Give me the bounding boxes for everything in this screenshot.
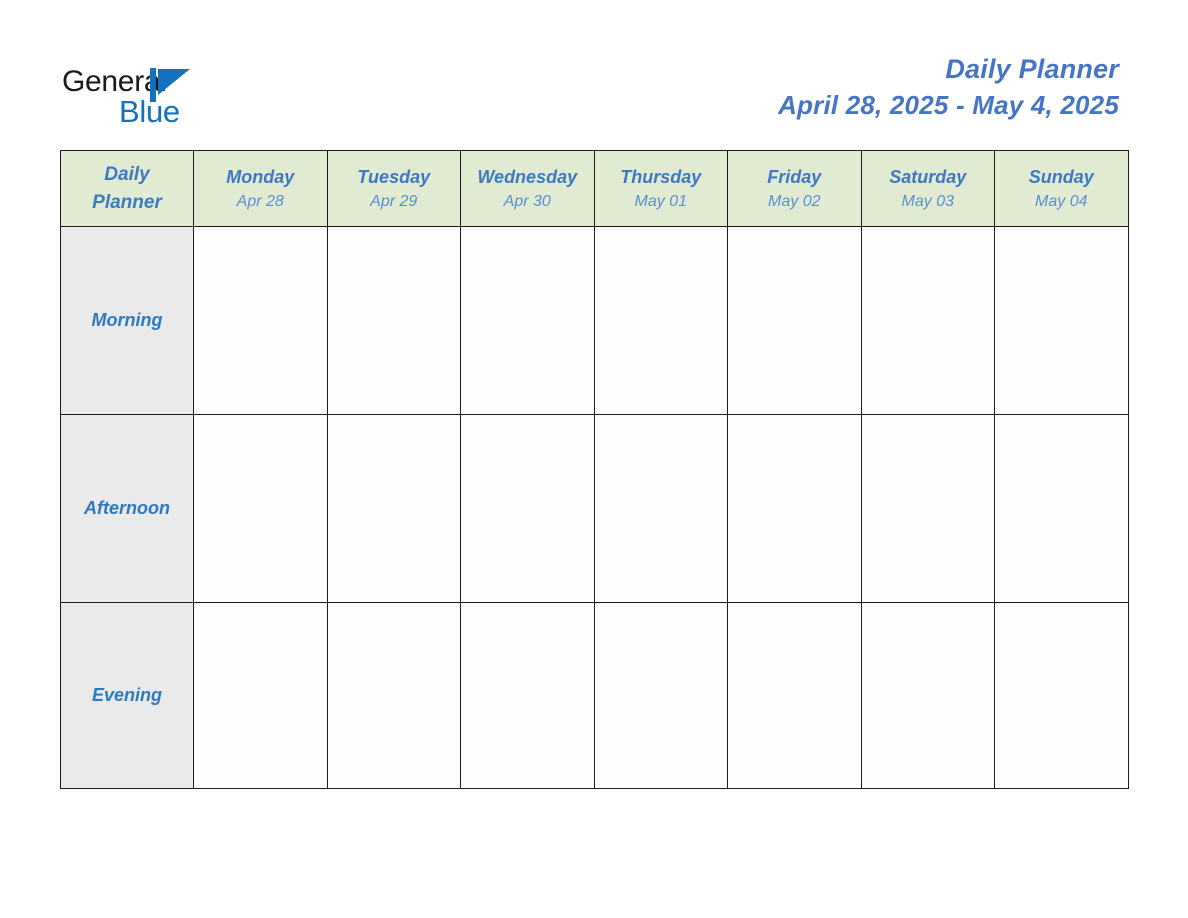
cell-morning-tuesday[interactable]: [326, 226, 461, 415]
day-name-label: Saturday: [889, 166, 967, 187]
cell-afternoon-saturday[interactable]: [860, 414, 995, 603]
logo-wordmark-bottom: Blue: [119, 95, 180, 129]
day-date-label: Apr 29: [370, 192, 418, 210]
cell-evening-tuesday[interactable]: [326, 602, 461, 789]
day-name-label: Sunday: [1028, 166, 1094, 187]
cell-evening-saturday[interactable]: [860, 602, 995, 789]
day-header-thursday: Thursday May 01: [593, 150, 728, 227]
general-blue-logo: General Blue: [62, 66, 262, 134]
table-header-row: Daily Planner Monday Apr 28 Tuesday Apr …: [60, 150, 1129, 227]
day-name-label: Wednesday: [477, 166, 578, 187]
cell-afternoon-wednesday[interactable]: [460, 414, 595, 603]
day-header-saturday: Saturday May 03: [860, 150, 995, 227]
corner-label-line1: Daily: [104, 163, 150, 185]
day-date-label: May 01: [634, 192, 687, 210]
cell-morning-wednesday[interactable]: [460, 226, 595, 415]
title-block: Daily Planner April 28, 2025 - May 4, 20…: [778, 52, 1119, 122]
day-header-friday: Friday May 02: [727, 150, 862, 227]
date-range-label: April 28, 2025 - May 4, 2025: [778, 90, 1119, 120]
cell-evening-wednesday[interactable]: [460, 602, 595, 789]
cell-evening-monday[interactable]: [193, 602, 328, 789]
slot-label-text: Morning: [91, 310, 163, 330]
page-title: Daily Planner: [945, 54, 1119, 84]
corner-label-line2: Planner: [92, 191, 162, 213]
day-date-label: Apr 30: [503, 192, 551, 210]
day-name-label: Tuesday: [357, 166, 431, 187]
cell-afternoon-sunday[interactable]: [994, 414, 1129, 603]
slot-label-afternoon: Afternoon: [60, 414, 194, 603]
table-row: Morning: [60, 226, 1129, 415]
cell-morning-sunday[interactable]: [994, 226, 1129, 415]
slot-label-morning: Morning: [60, 226, 194, 415]
page-header: General Blue Daily Planner April 28, 202…: [0, 0, 1188, 150]
day-date-label: May 03: [901, 192, 954, 210]
cell-afternoon-thursday[interactable]: [593, 414, 728, 603]
table-row: Afternoon: [60, 414, 1129, 603]
day-header-monday: Monday Apr 28: [193, 150, 328, 227]
logo-text-blue: Blue: [119, 94, 180, 129]
cell-evening-sunday[interactable]: [994, 602, 1129, 789]
slot-label-text: Evening: [91, 685, 162, 705]
cell-morning-friday[interactable]: [727, 226, 862, 415]
daily-planner-table: Daily Planner Monday Apr 28 Tuesday Apr …: [60, 150, 1129, 789]
cell-afternoon-tuesday[interactable]: [326, 414, 461, 603]
cell-morning-saturday[interactable]: [860, 226, 995, 415]
day-date-label: May 02: [768, 192, 821, 210]
day-date-label: May 04: [1035, 192, 1088, 210]
day-header-tuesday: Tuesday Apr 29: [326, 150, 461, 227]
cell-morning-monday[interactable]: [193, 226, 328, 415]
day-name-label: Thursday: [620, 166, 702, 187]
header-corner-cell: Daily Planner: [60, 150, 194, 227]
cell-evening-friday[interactable]: [727, 602, 862, 789]
cell-evening-thursday[interactable]: [593, 602, 728, 789]
day-name-label: Friday: [767, 166, 822, 187]
table-row: Evening: [60, 602, 1129, 789]
slot-label-text: Afternoon: [84, 498, 170, 518]
slot-label-evening: Evening: [60, 602, 194, 789]
day-header-wednesday: Wednesday Apr 30: [460, 150, 595, 227]
day-date-label: Apr 28: [236, 192, 284, 210]
day-header-sunday: Sunday May 04: [994, 150, 1129, 227]
cell-afternoon-monday[interactable]: [193, 414, 328, 603]
cell-afternoon-friday[interactable]: [727, 414, 862, 603]
day-name-label: Monday: [226, 166, 295, 187]
cell-morning-thursday[interactable]: [593, 226, 728, 415]
